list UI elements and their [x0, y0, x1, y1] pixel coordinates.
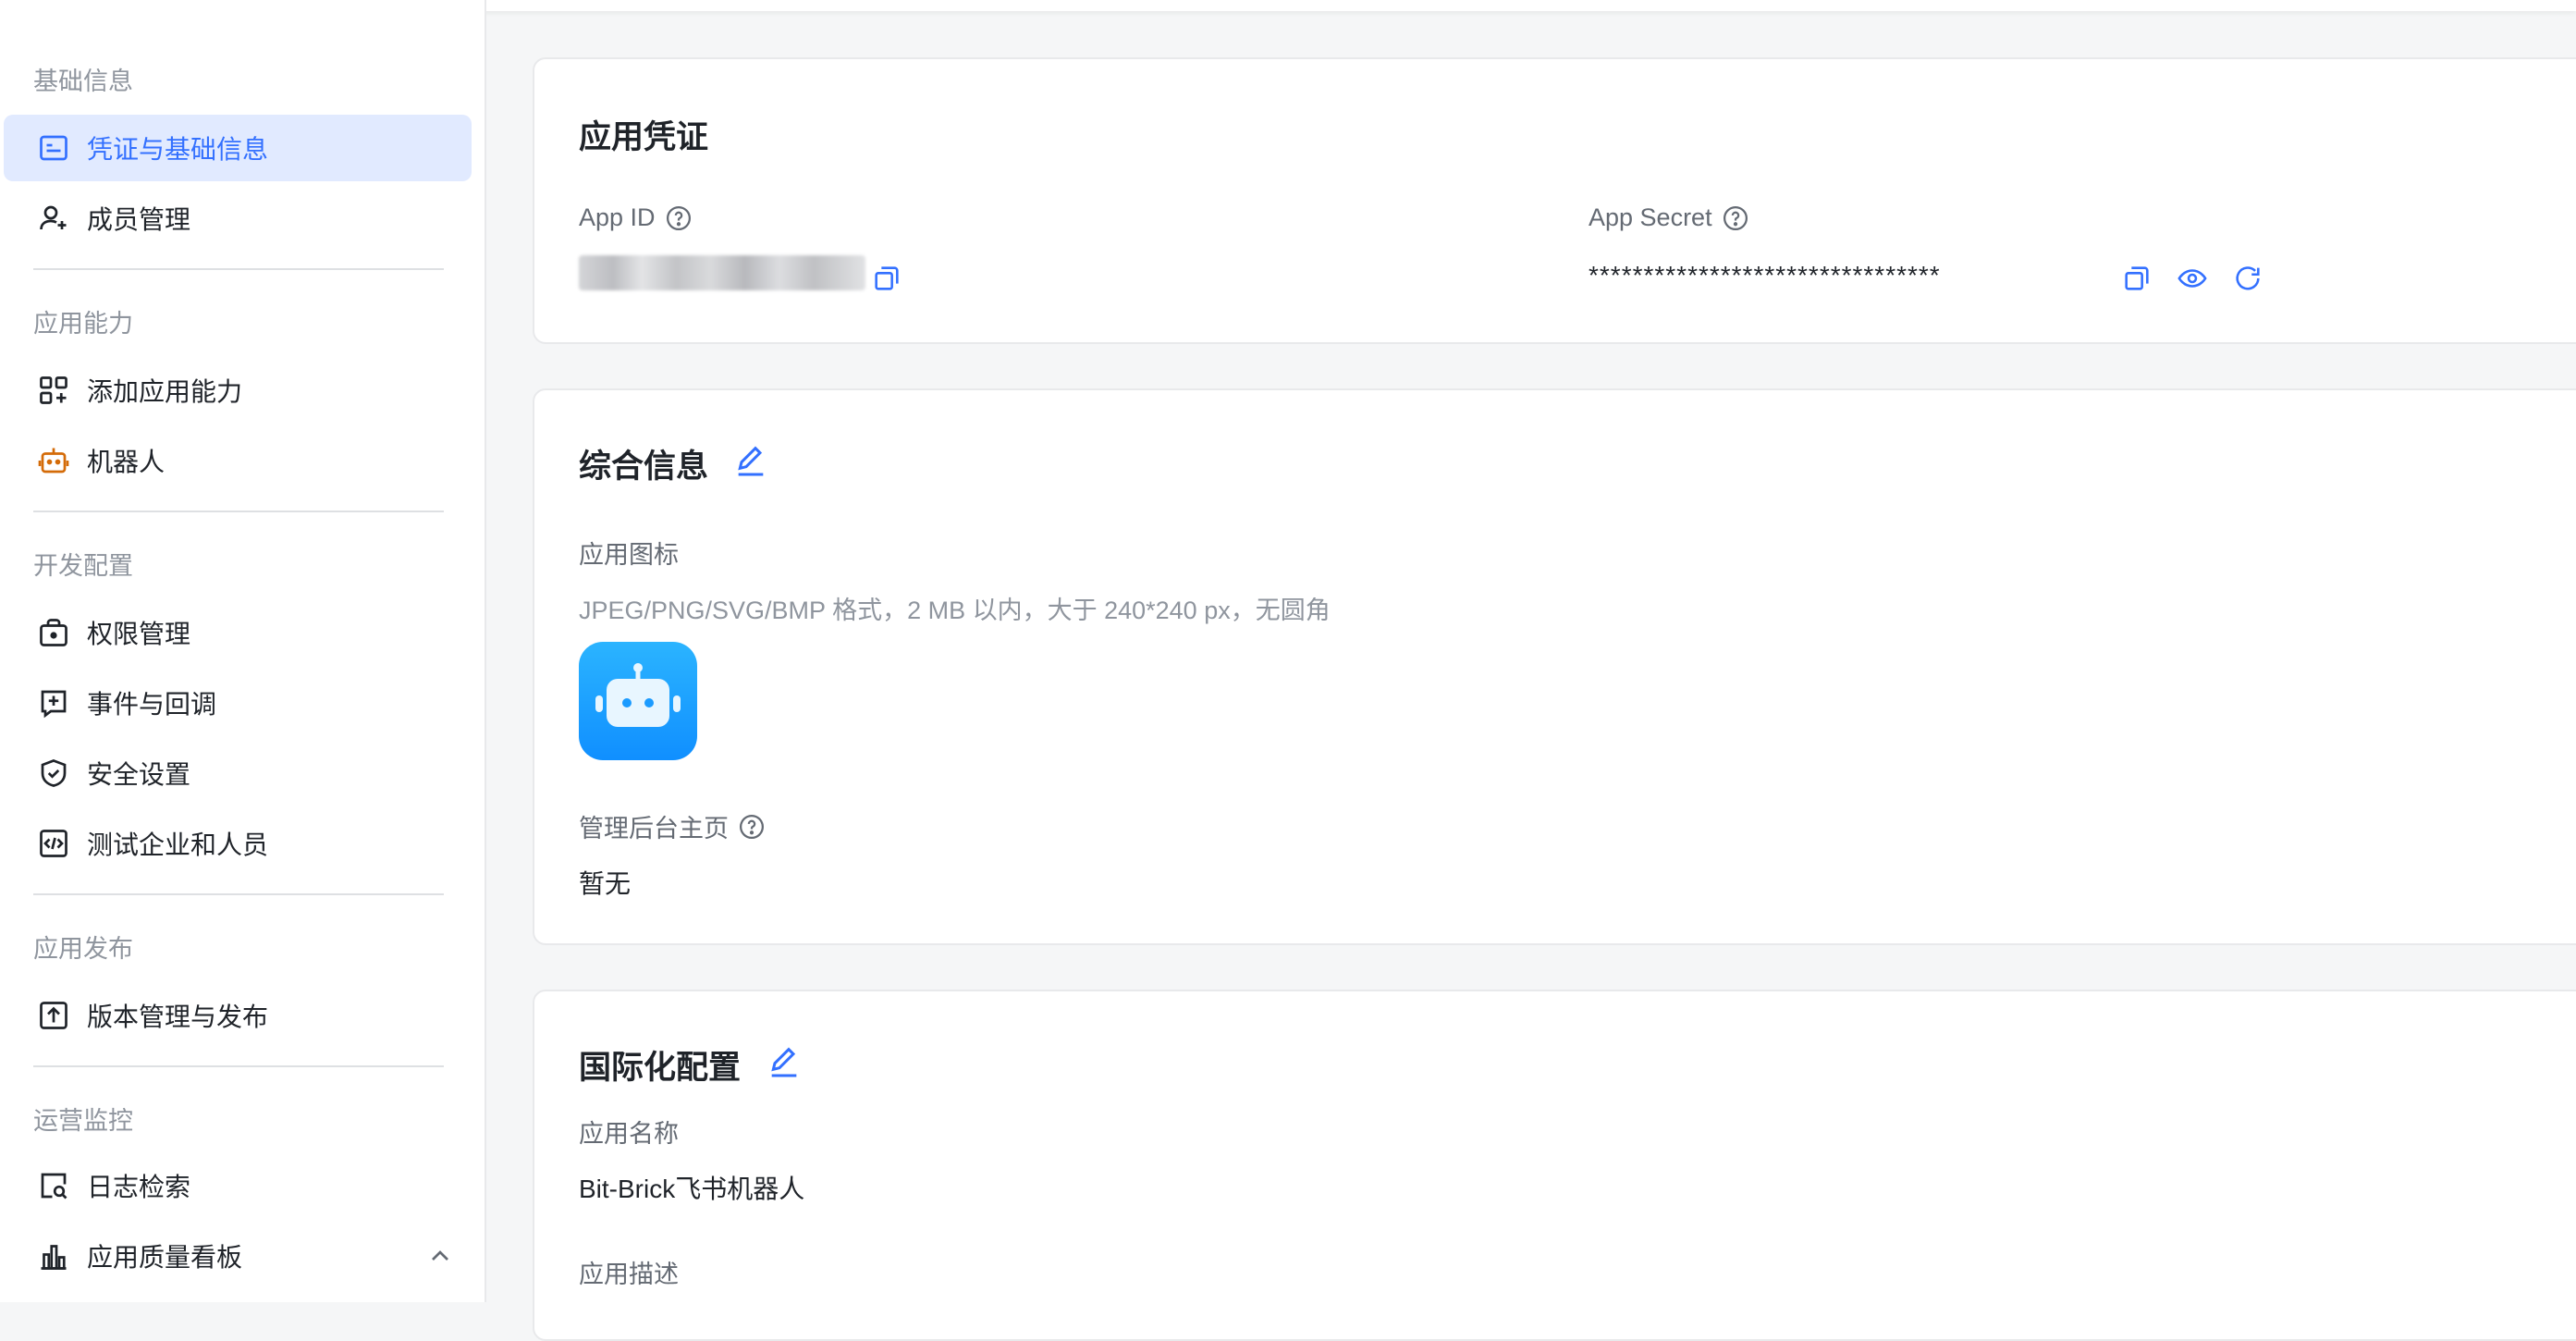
help-icon[interactable]: [665, 204, 693, 232]
add-apps-icon: [35, 372, 72, 409]
copy-icon[interactable]: [871, 263, 902, 294]
divider: [33, 1065, 444, 1067]
sidebar-item-label: 机器人: [87, 448, 166, 476]
section-title-basic: 基础信息: [33, 68, 133, 95]
app-name-value: Bit-Brick飞书机器人: [579, 1175, 805, 1203]
edit-icon[interactable]: [766, 1043, 803, 1080]
sidebar-item-events[interactable]: 事件与回调: [4, 670, 472, 736]
credential-icon: [35, 129, 72, 166]
sidebar-item-versions[interactable]: 版本管理与发布: [4, 982, 472, 1049]
app-description-label: 应用描述: [579, 1261, 679, 1288]
app-secret-label: App Secret: [1589, 203, 1749, 232]
app-name-label: 应用名称: [579, 1120, 679, 1148]
sidebar-item-label: 测试企业和人员: [87, 830, 269, 859]
app-icon-image[interactable]: [579, 642, 697, 760]
sidebar-item-permissions[interactable]: 权限管理: [4, 599, 472, 666]
admin-home-label-text: 管理后台主页: [579, 815, 729, 843]
help-icon[interactable]: [1722, 204, 1749, 232]
log-search-icon: [35, 1167, 72, 1204]
sidebar-item-label: 成员管理: [87, 205, 191, 234]
bar-chart-icon: [35, 1237, 72, 1274]
robot-logo-icon: [595, 663, 681, 727]
sidebar-item-add-capability[interactable]: 添加应用能力: [4, 357, 472, 424]
upload-box-icon: [35, 997, 72, 1034]
section-title-capability: 应用能力: [33, 310, 133, 338]
copy-icon[interactable]: [2121, 263, 2153, 294]
sidebar-item-label: 安全设置: [87, 760, 191, 789]
refresh-icon[interactable]: [2232, 263, 2263, 294]
app-secret-value: ********************************: [1589, 261, 1941, 289]
app-id-label-text: App ID: [579, 203, 656, 231]
shield-check-icon: [35, 755, 72, 792]
event-plus-icon: [35, 684, 72, 721]
app-secret-label-text: App Secret: [1589, 203, 1712, 231]
general-info-title: 综合信息: [579, 449, 709, 485]
sidebar-item-label: 应用质量看板: [87, 1243, 243, 1272]
sidebar-item-logs[interactable]: 日志检索: [4, 1152, 472, 1219]
robot-icon: [35, 442, 72, 479]
sidebar-item-security[interactable]: 安全设置: [4, 740, 472, 806]
divider: [33, 893, 444, 895]
sidebar-item-label: 凭证与基础信息: [87, 135, 269, 164]
help-icon[interactable]: [738, 813, 766, 841]
app-id-value-masked: [579, 255, 865, 290]
admin-home-value: 暂无: [579, 869, 632, 898]
divider: [33, 511, 444, 512]
section-title-dev: 开发配置: [33, 552, 133, 580]
sidebar-item-label: 版本管理与发布: [87, 1003, 269, 1031]
admin-home-label: 管理后台主页: [579, 808, 766, 844]
app-icon-hint: JPEG/PNG/SVG/BMP 格式，2 MB 以内，大于 240*240 p…: [579, 597, 1331, 624]
sidebar-item-label: 日志检索: [87, 1173, 191, 1201]
section-title-ops: 运营监控: [33, 1107, 133, 1135]
i18n-card: 国际化配置 应用名称 Bit-Brick飞书机器人 应用描述: [533, 990, 2576, 1341]
app-id-label: App ID: [579, 203, 693, 232]
general-info-card: 综合信息 应用图标 JPEG/PNG/SVG/BMP 格式，2 MB 以内，大于…: [533, 388, 2576, 945]
sidebar-item-credentials[interactable]: 凭证与基础信息: [4, 115, 472, 181]
app-icon-label: 应用图标: [579, 541, 679, 569]
edit-icon[interactable]: [732, 442, 769, 479]
code-box-icon: [35, 825, 72, 862]
chevron-up-icon[interactable]: [425, 1241, 455, 1271]
sidebar-item-label: 事件与回调: [87, 690, 217, 719]
sidebar-item-label: 添加应用能力: [87, 377, 243, 406]
sidebar-item-label: 权限管理: [87, 620, 191, 648]
eye-icon[interactable]: [2177, 263, 2208, 294]
sidebar-item-robot[interactable]: 机器人: [4, 427, 472, 494]
credentials-card: 应用凭证 App ID App Secret *****************…: [533, 57, 2576, 344]
sidebar-item-members[interactable]: 成员管理: [4, 185, 472, 252]
add-user-icon: [35, 200, 72, 237]
section-title-release: 应用发布: [33, 935, 133, 963]
i18n-title: 国际化配置: [579, 1050, 742, 1086]
sidebar-item-test-tenants[interactable]: 测试企业和人员: [4, 810, 472, 877]
permission-bag-icon: [35, 614, 72, 651]
sidebar: 基础信息 凭证与基础信息 成员管理 应用能力 添加应用能力 机器人 开发配置 权…: [0, 0, 486, 1302]
divider: [33, 268, 444, 270]
credentials-title: 应用凭证: [579, 119, 709, 155]
sidebar-item-quality-dashboard[interactable]: 应用质量看板: [4, 1223, 472, 1289]
